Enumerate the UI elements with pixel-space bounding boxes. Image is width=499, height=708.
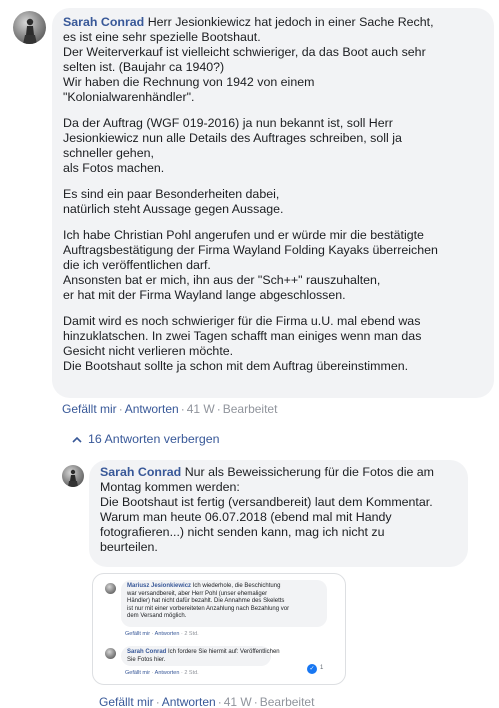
reply-bubble: Sarah Conrad Nur als Beweissicherung für…	[89, 460, 468, 567]
reply-link[interactable]: Antworten	[125, 402, 179, 416]
comment-text: es ist eine sehr spezielle Bootshaut.	[63, 30, 261, 44]
reply-avatar[interactable]	[62, 465, 84, 487]
embedded-comment-bubble: Sarah Conrad Ich fordere Sie hiermit auf…	[121, 646, 280, 666]
comment-author[interactable]: Sarah Conrad	[63, 15, 144, 29]
separator: ·	[216, 402, 221, 416]
like-link[interactable]: Gefällt mir	[99, 695, 154, 708]
attached-screenshot[interactable]: Mariusz Jesionkiewicz Ich wiederhole, di…	[92, 573, 346, 685]
comment-text: Herr Jesionkiewicz hat jedoch in einer S…	[147, 15, 434, 29]
comment-text: Die Bootshaut sollte ja schon mit dem Au…	[63, 359, 409, 373]
separator: ·	[118, 402, 123, 416]
reply-text: Warum man heute 06.07.2018 (ebend mal mi…	[100, 510, 392, 524]
comment-text: Ich habe Christian Pohl angerufen und er…	[63, 228, 424, 242]
comment-text: hinzuklatschen. In zwei Tagen schafft ma…	[63, 329, 422, 343]
embedded-like-link: Gefällt mir	[125, 631, 151, 637]
comment-text: Damit wird es noch schwieriger für die F…	[63, 314, 421, 328]
comment-text: Wir haben die Rechnung von 1942 von eine…	[63, 75, 315, 89]
separator: ·	[217, 695, 222, 708]
embedded-reply-link: Antworten	[154, 631, 180, 637]
avatar	[105, 648, 116, 659]
comment-paragraph-3: Es sind ein paar Besonderheiten dabei, n…	[63, 187, 483, 217]
like-link[interactable]: Gefällt mir	[62, 402, 117, 416]
reply-text: Nur als Beweissicherung für die Fotos di…	[184, 465, 435, 479]
chevron-up-icon	[72, 436, 82, 443]
comment-text: Gesicht nicht verlieren möchte.	[63, 344, 234, 358]
comment-text: Auftragsbestätigung der Firma Wayland Fo…	[63, 243, 438, 257]
hide-replies-button[interactable]: 16 Antworten verbergen	[72, 432, 220, 446]
embedded-comment-text: war versandbereit, aber Herr Pohl (unser…	[127, 590, 268, 597]
embedded-comment-text: Ich fordere Sie hiermit auf: Veröffentli…	[168, 649, 280, 655]
edited-label[interactable]: Bearbeitet	[260, 695, 315, 708]
profile-photo-icon	[68, 469, 78, 487]
comment-text: Es sind ein paar Besonderheiten dabei,	[63, 187, 280, 201]
comment-text: Jesionkiewicz nun alle Details des Auftr…	[63, 131, 402, 145]
embedded-comment-text: Händler) hat nicht dafür bezahlt. Die An…	[127, 598, 285, 604]
comment-text: als Fotos machen.	[63, 161, 165, 175]
separator: ·	[180, 402, 185, 416]
comment-paragraph-1: Sarah Conrad Herr Jesionkiewicz hat jedo…	[63, 15, 483, 105]
like-thumb-icon: ✓	[307, 664, 317, 674]
comment-actions: Gefällt mir · Antworten · 41 W · Bearbeitet	[62, 402, 277, 416]
comment-text: schneller gehen,	[63, 146, 154, 160]
embedded-comment-text: Sie Fotos hier.	[127, 656, 166, 663]
comment-text: Da der Auftrag (WGF 019-2016) ja nun bek…	[63, 116, 393, 130]
embedded-comment-text: dem Versand möglich.	[127, 613, 187, 619]
comment-paragraph-4: Ich habe Christian Pohl angerufen und er…	[63, 228, 483, 303]
comment-text: er hat mit der Firma Wayland lange abges…	[63, 288, 346, 302]
comment-text: Der Weiterverkauf ist vielleicht schwier…	[63, 45, 426, 59]
reply-text: beurteilen.	[100, 540, 158, 554]
timestamp[interactable]: 41 W	[224, 695, 252, 708]
embedded-reply-link: Antworten	[154, 670, 180, 676]
embedded-comment-author: Sarah Conrad	[127, 649, 167, 655]
comment-text: die ich veröffentlichen darf.	[63, 258, 211, 272]
comment-paragraph-2: Da der Auftrag (WGF 019-2016) ja nun bek…	[63, 116, 483, 176]
reply-author[interactable]: Sarah Conrad	[100, 465, 181, 479]
like-count: 1	[320, 665, 324, 671]
timestamp[interactable]: 41 W	[187, 402, 215, 416]
reply-text: Die Bootshaut ist fertig (versandbereit)…	[100, 495, 433, 509]
comment-bubble: Sarah Conrad Herr Jesionkiewicz hat jedo…	[52, 8, 494, 398]
embedded-comment-text: Ich wiederhole, die Beschichtung	[192, 583, 281, 589]
edited-label[interactable]: Bearbeitet	[223, 402, 278, 416]
avatar[interactable]	[13, 11, 46, 44]
comment-text: Ansonsten bat er mich, ihn aus der "Sch+…	[63, 273, 381, 287]
separator: ·	[155, 695, 160, 708]
reply-link[interactable]: Antworten	[162, 695, 216, 708]
comment-text: natürlich steht Aussage gegen Aussage.	[63, 202, 284, 216]
reply-text: Montag kommen werden:	[100, 480, 240, 494]
comment-text: selten ist. (Baujahr ca 1940?)	[63, 60, 225, 74]
embedded-timestamp: 2 Std.	[184, 631, 199, 637]
avatar	[105, 583, 116, 594]
comment-paragraph-5: Damit wird es noch schwieriger für die F…	[63, 314, 483, 374]
comment-text: "Kolonialwarenhändler".	[63, 90, 195, 104]
embedded-comment-author: Mariusz Jesionkiewicz	[127, 583, 192, 589]
hide-replies-label: 16 Antworten verbergen	[88, 432, 220, 446]
embedded-comment-actions: Gefällt mir · Antworten · 2 Std.	[125, 631, 199, 637]
embedded-comment-actions: Gefällt mir · Antworten · 2 Std.	[125, 670, 199, 676]
embedded-comment-bubble: Mariusz Jesionkiewicz Ich wiederhole, di…	[121, 580, 327, 627]
reply-actions: Gefällt mir · Antworten · 41 W · Bearbeitet	[99, 695, 314, 708]
profile-photo-icon	[23, 18, 37, 44]
separator: ·	[253, 695, 258, 708]
embedded-comment-text: ist nur mit einer vorbereiteten Anzahlun…	[127, 605, 290, 612]
embedded-timestamp: 2 Std.	[184, 670, 199, 676]
reply-text: fotografieren...) nicht senden kann, mag…	[100, 525, 385, 539]
embedded-like-link: Gefällt mir	[125, 670, 151, 676]
